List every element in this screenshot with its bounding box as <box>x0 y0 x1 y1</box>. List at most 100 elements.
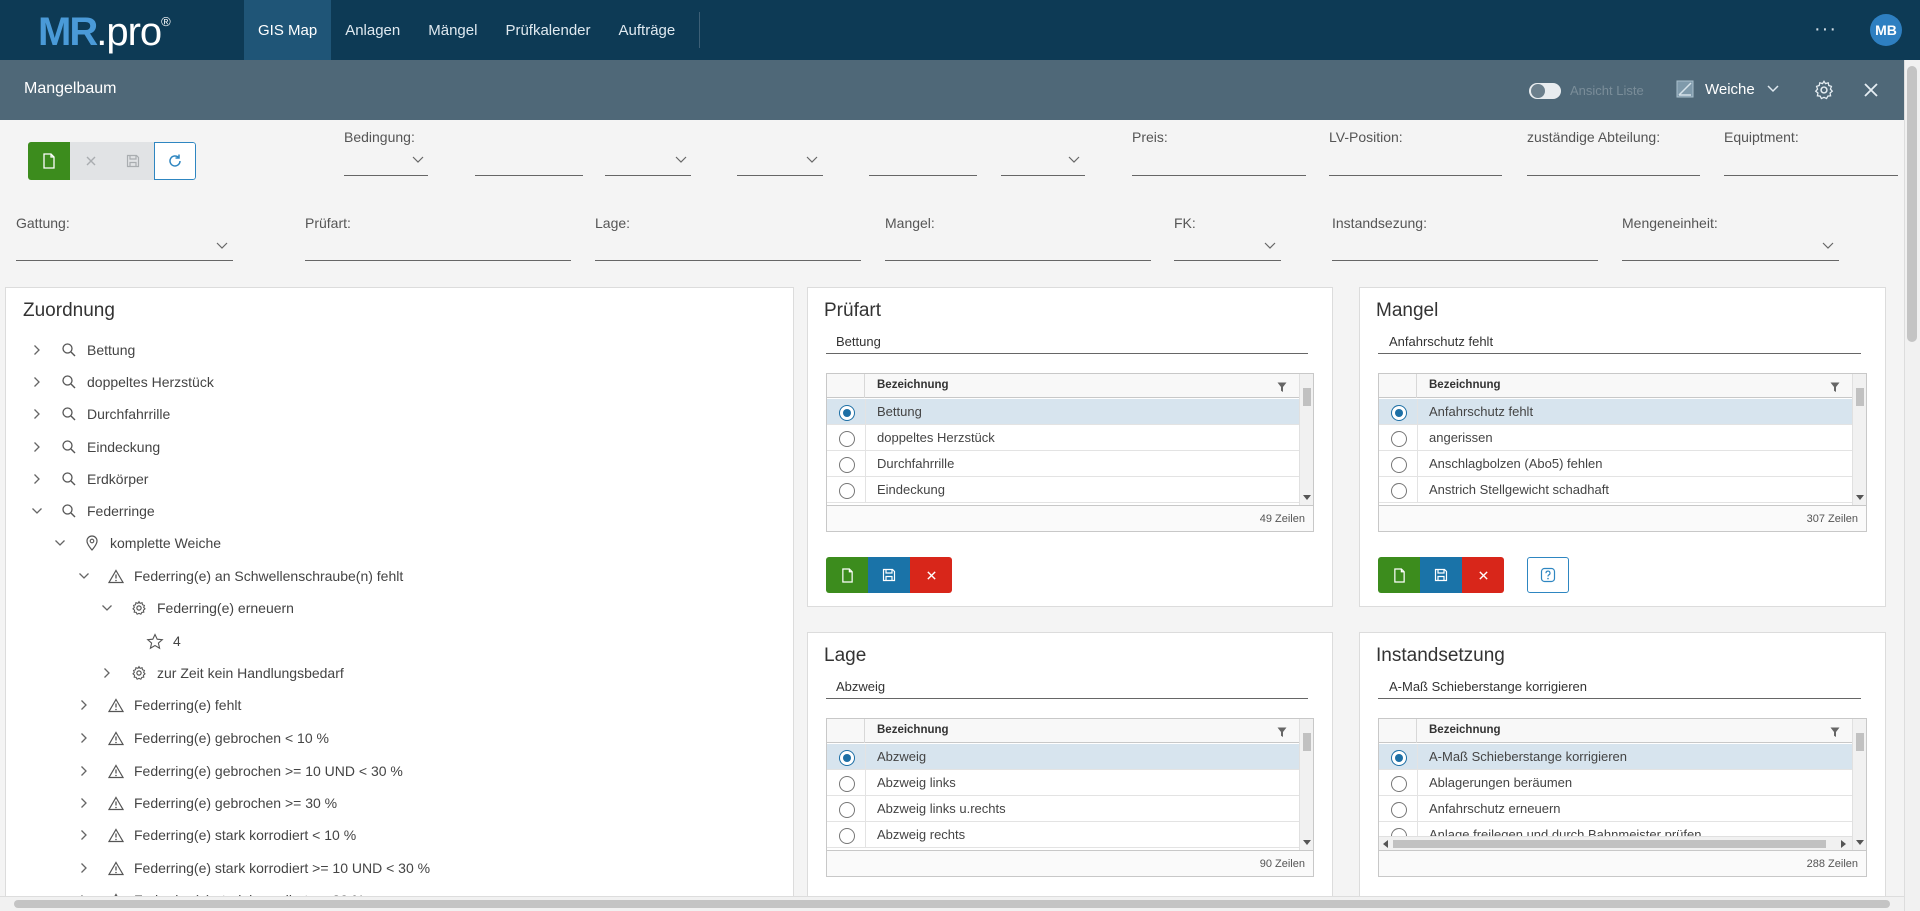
page-horizontal-scroll-thumb[interactable] <box>14 900 1890 908</box>
grid-vertical-scroll-thumb[interactable] <box>1303 388 1311 406</box>
chevron-right-icon[interactable] <box>100 667 114 679</box>
chevron-right-icon[interactable] <box>30 408 44 420</box>
gear-icon[interactable] <box>1813 79 1835 101</box>
save-button[interactable] <box>112 142 154 180</box>
table-row[interactable]: Anstrich Stellgewicht schadhaft <box>1379 477 1852 503</box>
row-radio[interactable] <box>1391 802 1407 818</box>
new-record-button[interactable] <box>28 142 70 180</box>
more-menu-icon[interactable]: ··· <box>1814 18 1837 41</box>
tree-node[interactable]: 4 <box>146 630 181 652</box>
grid-vertical-scroll-thumb[interactable] <box>1856 388 1864 406</box>
lv-position-input[interactable] <box>1329 175 1502 176</box>
tree-node[interactable]: komplette Weiche <box>53 532 221 554</box>
refresh-button[interactable] <box>154 142 196 180</box>
chevron-right-icon[interactable] <box>30 376 44 388</box>
pruefart-filter-input[interactable] <box>305 260 571 261</box>
table-row[interactable]: Eindeckung <box>827 477 1299 503</box>
row-radio[interactable] <box>839 828 855 844</box>
grid-vertical-scrollbar[interactable] <box>1299 719 1313 850</box>
row-radio[interactable] <box>839 431 855 447</box>
row-radio[interactable] <box>839 405 855 421</box>
mr-pro-logo[interactable]: MR .pro ® <box>38 10 171 54</box>
filter-icon[interactable] <box>1277 380 1287 396</box>
instandsezung-filter-input[interactable] <box>1332 260 1598 261</box>
table-row[interactable]: doppeltes Herzstück <box>827 425 1299 451</box>
column-header-bezeichnung[interactable]: Bezeichnung <box>877 379 949 391</box>
page-vertical-scroll-thumb[interactable] <box>1907 66 1917 342</box>
mengeneinheit-select[interactable] <box>1622 260 1839 261</box>
equipment-input[interactable] <box>1724 175 1898 176</box>
tree-node[interactable]: Federring(e) erneuern <box>100 597 294 619</box>
tree-node[interactable]: Federring(e) fehlt <box>77 694 241 716</box>
chevron-down-icon[interactable] <box>1822 242 1834 250</box>
filter-icon[interactable] <box>1277 725 1287 741</box>
chevron-right-icon[interactable] <box>77 862 91 874</box>
chevron-down-icon[interactable] <box>53 539 67 547</box>
chevron-down-icon[interactable] <box>675 156 687 164</box>
grid-horizontal-scroll-thumb[interactable] <box>1393 840 1826 848</box>
chevron-down-icon[interactable] <box>77 572 91 580</box>
lage-selected-value[interactable]: Abzweig <box>836 679 885 694</box>
pruefart-new-button[interactable] <box>826 557 868 593</box>
abteilung-input[interactable] <box>1527 175 1700 176</box>
tree-node[interactable]: Bettung <box>30 339 135 361</box>
table-row[interactable]: Ablagerungen beräumen <box>1379 770 1852 796</box>
nav-anlagen[interactable]: Anlagen <box>331 0 414 60</box>
chevron-down-icon[interactable] <box>30 507 44 515</box>
row-radio[interactable] <box>839 750 855 766</box>
chevron-down-icon[interactable] <box>1068 156 1080 164</box>
grid-vertical-scroll-thumb[interactable] <box>1303 733 1311 751</box>
tree-node[interactable]: Durchfahrrille <box>30 403 170 425</box>
chevron-down-icon[interactable] <box>412 156 424 164</box>
tree-node[interactable]: Federring(e) an Schwellenschraube(n) feh… <box>77 565 403 587</box>
chevron-right-icon[interactable] <box>77 765 91 777</box>
column-header-bezeichnung[interactable]: Bezeichnung <box>877 724 949 736</box>
instandsetzung-selected-value[interactable]: A-Maß Schieberstange korrigieren <box>1389 679 1587 694</box>
scroll-right-arrow-icon[interactable] <box>1840 840 1846 848</box>
filter-icon[interactable] <box>1830 725 1840 741</box>
bedingung-select-3[interactable] <box>737 175 823 176</box>
tree-node[interactable]: Federring(e) gebrochen >= 10 UND < 30 % <box>77 760 403 782</box>
scroll-down-arrow-icon[interactable] <box>1856 840 1864 846</box>
table-row[interactable]: Abzweig links u.rechts <box>827 796 1299 822</box>
scroll-down-arrow-icon[interactable] <box>1303 495 1311 501</box>
mangel-delete-button[interactable] <box>1462 557 1504 593</box>
fk-select[interactable] <box>1174 260 1281 261</box>
pruefart-delete-button[interactable] <box>910 557 952 593</box>
type-select[interactable]: Weiche <box>1705 81 1755 98</box>
pruefart-selected-value[interactable]: Bettung <box>836 334 881 349</box>
scroll-down-arrow-icon[interactable] <box>1303 840 1311 846</box>
table-row[interactable]: Bettung <box>827 399 1299 425</box>
column-header-bezeichnung[interactable]: Bezeichnung <box>1429 379 1501 391</box>
row-radio[interactable] <box>839 802 855 818</box>
row-radio[interactable] <box>839 776 855 792</box>
chevron-down-icon[interactable] <box>100 604 114 612</box>
row-radio[interactable] <box>1391 483 1407 499</box>
mangel-filter-input[interactable] <box>885 260 1151 261</box>
nav-auftraege[interactable]: Aufträge <box>605 0 690 60</box>
row-radio[interactable] <box>1391 776 1407 792</box>
tree-node[interactable]: Eindeckung <box>30 436 160 458</box>
table-row[interactable]: Abzweig <box>827 744 1299 770</box>
bedingung-value-field-1[interactable] <box>475 175 583 176</box>
scroll-down-arrow-icon[interactable] <box>1856 495 1864 501</box>
chevron-down-icon[interactable] <box>806 156 818 164</box>
grid-horizontal-scrollbar[interactable] <box>1379 836 1852 850</box>
preis-input[interactable] <box>1132 175 1306 176</box>
row-radio[interactable] <box>1391 405 1407 421</box>
chevron-right-icon[interactable] <box>77 829 91 841</box>
nav-gis-map[interactable]: GIS Map <box>244 0 332 60</box>
chevron-right-icon[interactable] <box>30 473 44 485</box>
column-header-bezeichnung[interactable]: Bezeichnung <box>1429 724 1501 736</box>
nav-pruefkalender[interactable]: Prüfkalender <box>491 0 604 60</box>
grid-vertical-scrollbar[interactable] <box>1852 374 1866 505</box>
chevron-right-icon[interactable] <box>77 797 91 809</box>
table-row[interactable]: Anfahrschutz fehlt <box>1379 399 1852 425</box>
user-avatar[interactable]: MB <box>1870 14 1902 46</box>
bedingung-select-2[interactable] <box>605 175 691 176</box>
chevron-right-icon[interactable] <box>30 344 44 356</box>
mangel-help-button[interactable] <box>1527 557 1569 593</box>
table-row[interactable]: Abzweig links <box>827 770 1299 796</box>
chevron-down-icon[interactable] <box>216 242 228 250</box>
tree-node[interactable]: Federring(e) stark korrodiert < 10 % <box>77 824 356 846</box>
